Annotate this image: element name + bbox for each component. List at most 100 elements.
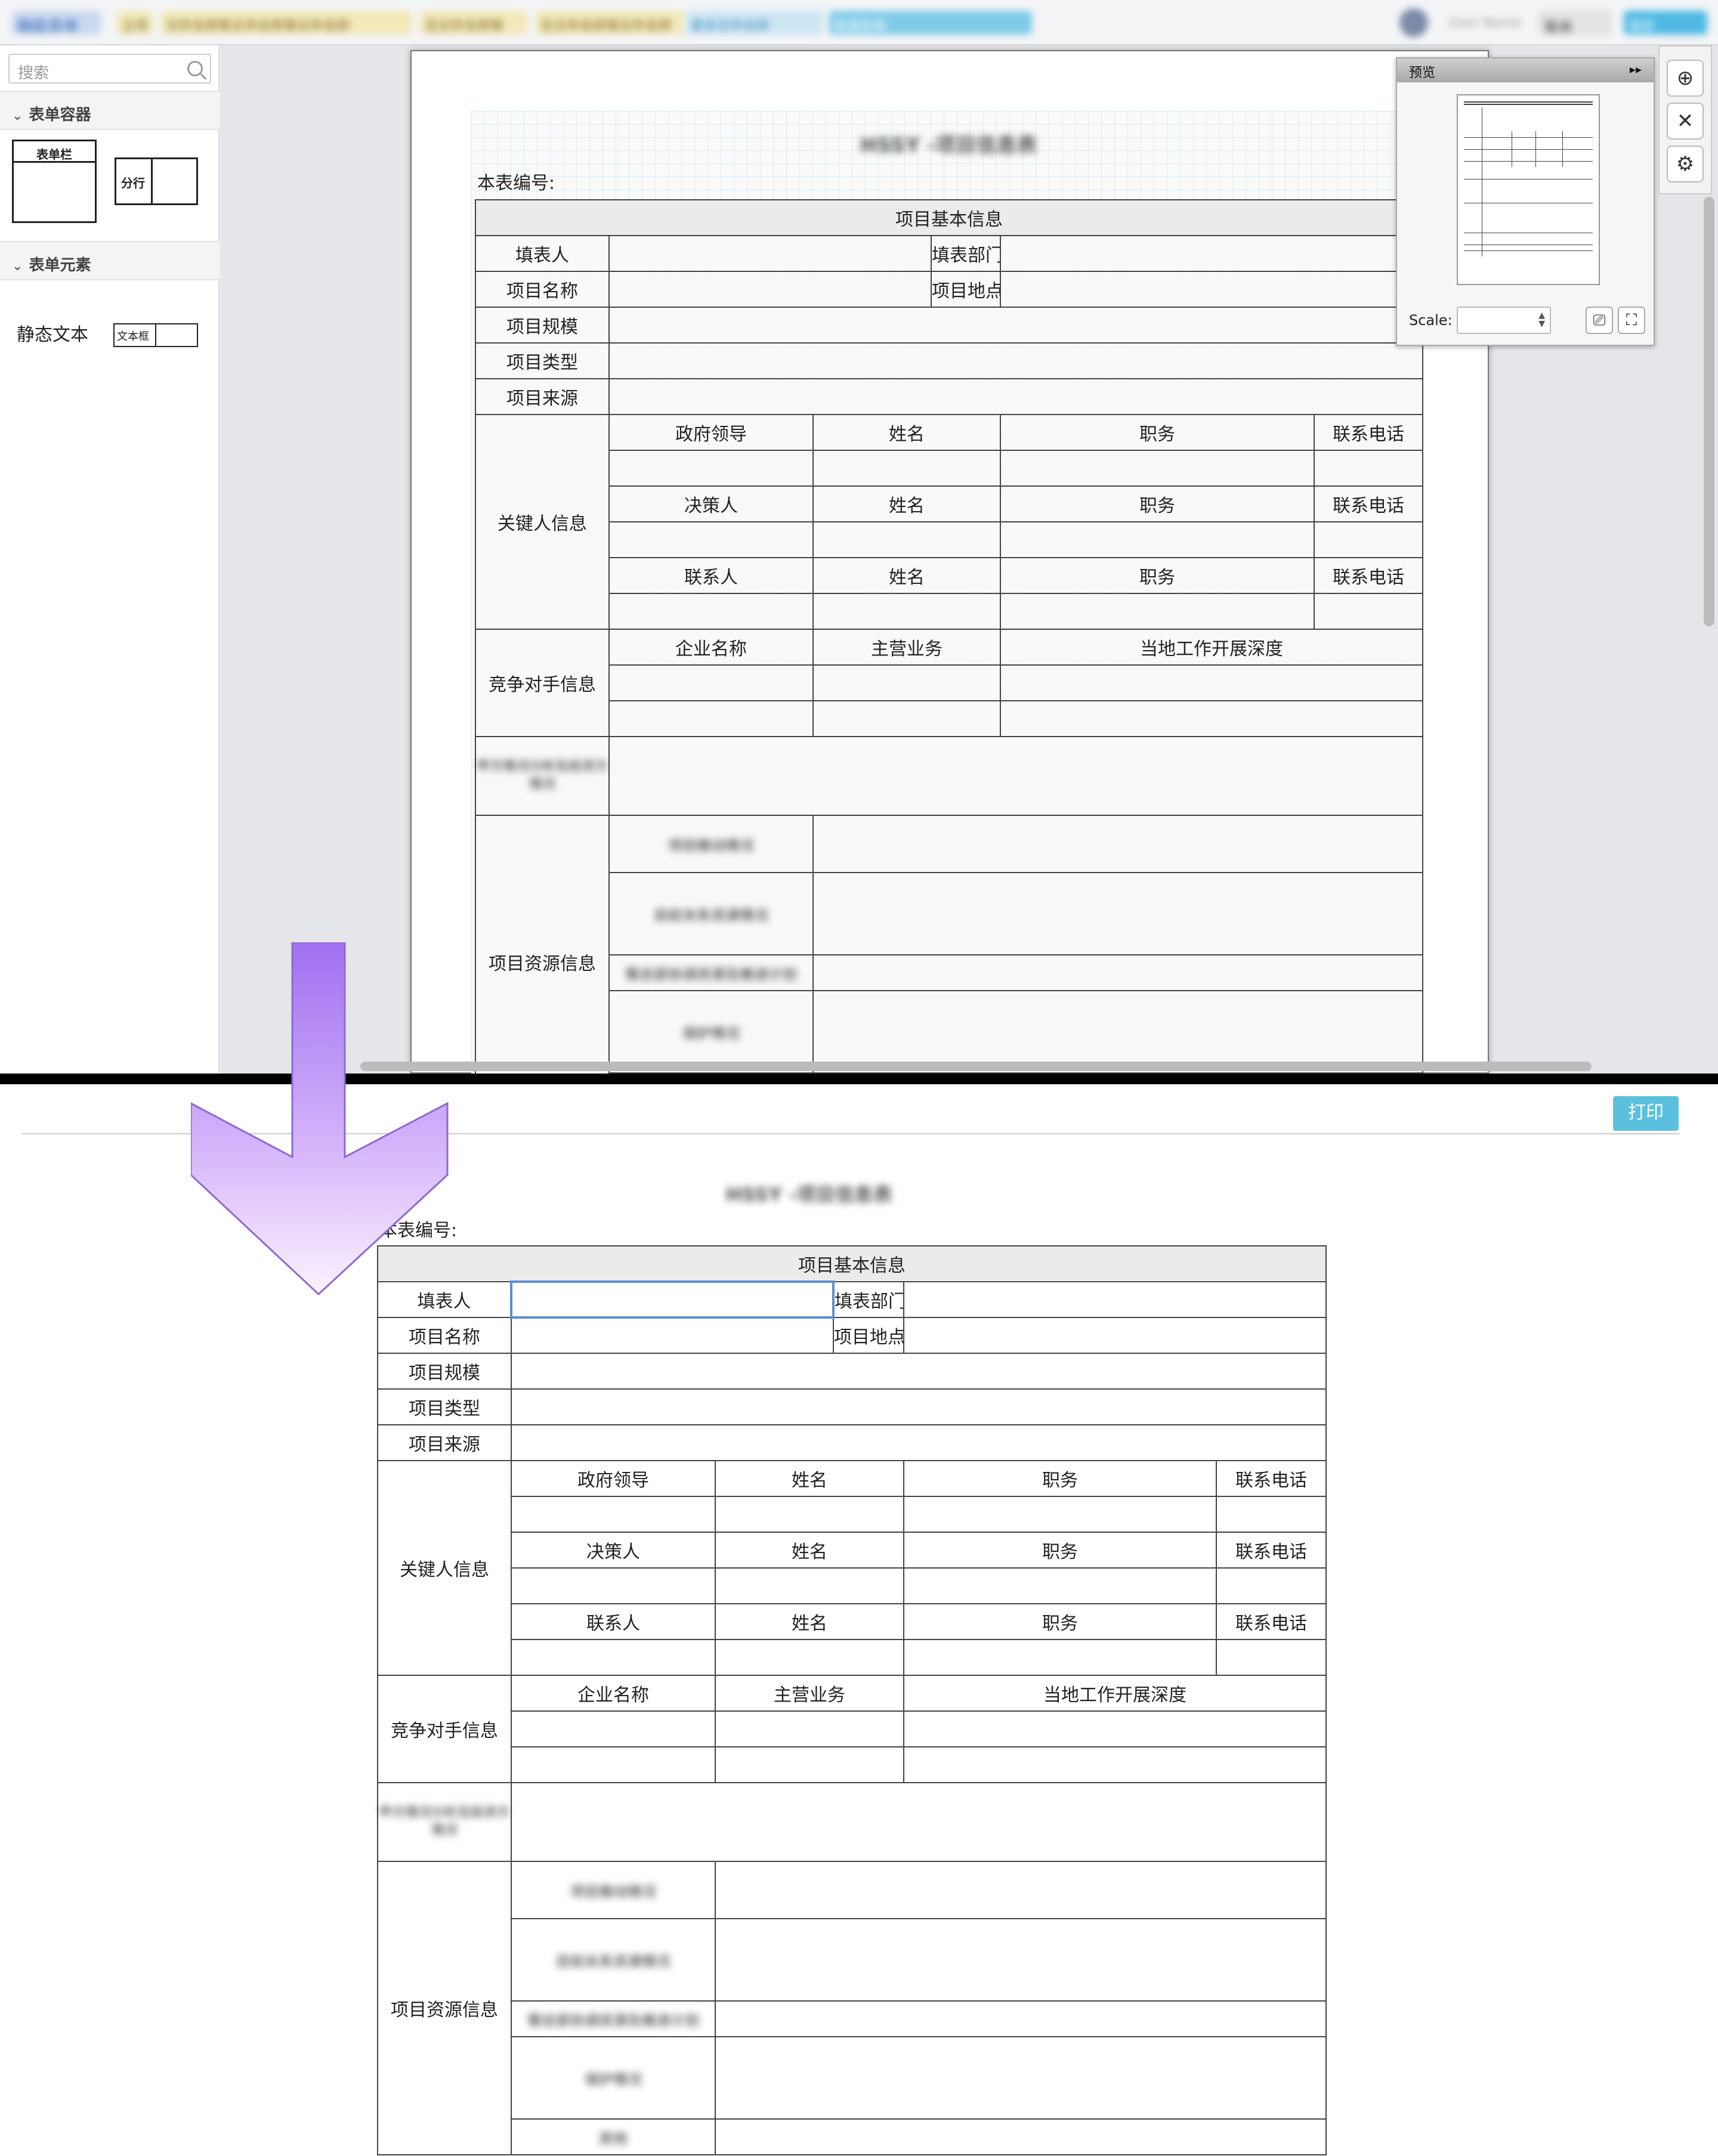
component-textbox[interactable]: 文本框 (113, 323, 198, 347)
input-cell[interactable] (608, 593, 814, 630)
project-name-input[interactable] (511, 1317, 834, 1354)
filler-input[interactable] (608, 235, 932, 272)
column-header: 职务 (1000, 414, 1315, 451)
input-cell[interactable] (903, 1567, 1217, 1604)
project-place-input[interactable] (903, 1317, 1327, 1354)
input-cell[interactable] (1216, 1567, 1327, 1604)
avatar[interactable] (1399, 8, 1428, 37)
section-form-elements[interactable]: ⌄ 表单元素 (0, 241, 220, 280)
input-cell[interactable] (715, 1496, 904, 1533)
save-button[interactable]: 保存 (1624, 11, 1707, 35)
scale-input[interactable]: ▲ ▼ (1457, 307, 1551, 334)
project-scale-input[interactable] (608, 307, 1423, 344)
project-source-input[interactable] (608, 378, 1423, 415)
gear-icon[interactable]: ⚙ (1667, 146, 1704, 182)
input-cell[interactable] (511, 1746, 716, 1783)
input-cell[interactable] (511, 1567, 716, 1604)
target-icon[interactable]: ⊕ (1667, 60, 1704, 97)
project-place-input[interactable] (1000, 271, 1423, 308)
input-cell[interactable] (1000, 450, 1315, 487)
input-cell[interactable] (608, 700, 814, 737)
section-form-containers[interactable]: ⌄ 表单容器 (0, 91, 220, 130)
input-cell[interactable] (1314, 450, 1423, 487)
tools-icon[interactable]: ✕ (1667, 103, 1704, 140)
input-cell[interactable] (903, 1746, 1327, 1783)
component-split-row[interactable]: 分行 (115, 157, 198, 205)
dept-input[interactable] (903, 1281, 1327, 1318)
tab-4[interactable]: 无文件名称等文件名称 (536, 11, 685, 35)
input-cell[interactable] (608, 664, 814, 701)
row-label: 项目推动情况 (608, 815, 814, 873)
project-scale-input[interactable] (511, 1353, 1327, 1390)
input-cell[interactable] (608, 736, 1423, 816)
stepper-icon[interactable]: ▲ ▼ (1538, 311, 1545, 328)
field-label: 关键人信息 (475, 414, 610, 630)
component-static-text[interactable]: 静态文本 (17, 320, 88, 346)
input-cell[interactable] (715, 2118, 1327, 2155)
input-cell[interactable] (812, 700, 1001, 737)
input-cell[interactable] (715, 1710, 904, 1747)
input-cell[interactable] (1000, 700, 1423, 737)
component-form-panel[interactable]: 表单栏 (12, 140, 97, 223)
input-cell[interactable] (812, 521, 1001, 558)
preview-thumbnail[interactable] (1457, 94, 1600, 285)
input-cell[interactable] (1314, 593, 1423, 630)
project-source-input[interactable] (511, 1424, 1327, 1461)
column-header: 姓名 (715, 1603, 904, 1640)
input-cell[interactable] (812, 450, 1001, 487)
input-cell[interactable] (715, 1918, 1327, 2002)
collapse-icon[interactable]: ▸▸ (1630, 62, 1642, 76)
project-type-input[interactable] (608, 342, 1423, 379)
input-cell[interactable] (715, 2036, 1327, 2120)
input-cell[interactable] (1216, 1496, 1327, 1533)
column-header: 政府领导 (608, 414, 814, 451)
input-cell[interactable] (1000, 521, 1315, 558)
input-cell[interactable] (608, 450, 814, 487)
input-cell[interactable] (715, 1639, 904, 1676)
input-cell[interactable] (715, 2000, 1327, 2037)
cancel-button[interactable]: 取消 (1539, 11, 1611, 35)
input-cell[interactable] (608, 521, 814, 558)
input-cell[interactable] (812, 593, 1001, 630)
input-cell[interactable] (511, 1639, 716, 1676)
project-type-input[interactable] (511, 1388, 1327, 1425)
search-input[interactable]: 搜索 (8, 54, 211, 83)
vertical-scrollbar[interactable] (1704, 197, 1714, 626)
input-cell[interactable] (1000, 664, 1423, 701)
input-cell[interactable] (812, 990, 1423, 1074)
search-icon[interactable] (187, 61, 203, 76)
input-cell[interactable] (812, 872, 1423, 955)
row-label: 目前关系资源情况 (608, 872, 814, 955)
input-cell[interactable] (812, 664, 1001, 701)
tab-1[interactable]: 立项 (117, 11, 153, 35)
fullscreen-icon[interactable]: ⛶ (1618, 307, 1645, 334)
input-cell[interactable] (715, 1746, 904, 1783)
present-icon[interactable]: ⎚ (1586, 307, 1613, 334)
input-cell[interactable] (812, 954, 1423, 991)
horizontal-scrollbar[interactable] (360, 1062, 1592, 1071)
input-cell[interactable] (715, 1861, 1327, 1919)
filler-input[interactable] (510, 1280, 835, 1319)
input-cell[interactable] (511, 1496, 716, 1533)
input-cell[interactable] (903, 1496, 1217, 1533)
print-button[interactable]: 打印 (1613, 1096, 1679, 1131)
tab-6[interactable]: 新建表单 (829, 11, 1032, 35)
tab-3[interactable]: 无文件名称等 (420, 11, 527, 35)
input-cell[interactable] (1216, 1639, 1327, 1676)
input-cell[interactable] (715, 1567, 904, 1604)
tab-5[interactable]: 更多文件名称 (686, 11, 823, 35)
user-name[interactable]: User Name (1444, 11, 1527, 35)
dept-input[interactable] (1000, 235, 1423, 272)
section-title: 项目基本信息 (377, 1245, 1327, 1282)
input-cell[interactable] (812, 815, 1423, 873)
input-cell[interactable] (1000, 593, 1315, 630)
section-title: 表单容器 (29, 106, 91, 124)
input-cell[interactable] (511, 1782, 1327, 1862)
input-cell[interactable] (1314, 521, 1423, 558)
project-name-input[interactable] (608, 271, 932, 308)
tab-2[interactable]: 文件名称等文件名称等文件名称 (161, 11, 412, 35)
preview-header[interactable]: 预览 ▸▸ (1397, 58, 1654, 82)
input-cell[interactable] (511, 1710, 716, 1747)
input-cell[interactable] (903, 1710, 1327, 1747)
input-cell[interactable] (903, 1639, 1217, 1676)
